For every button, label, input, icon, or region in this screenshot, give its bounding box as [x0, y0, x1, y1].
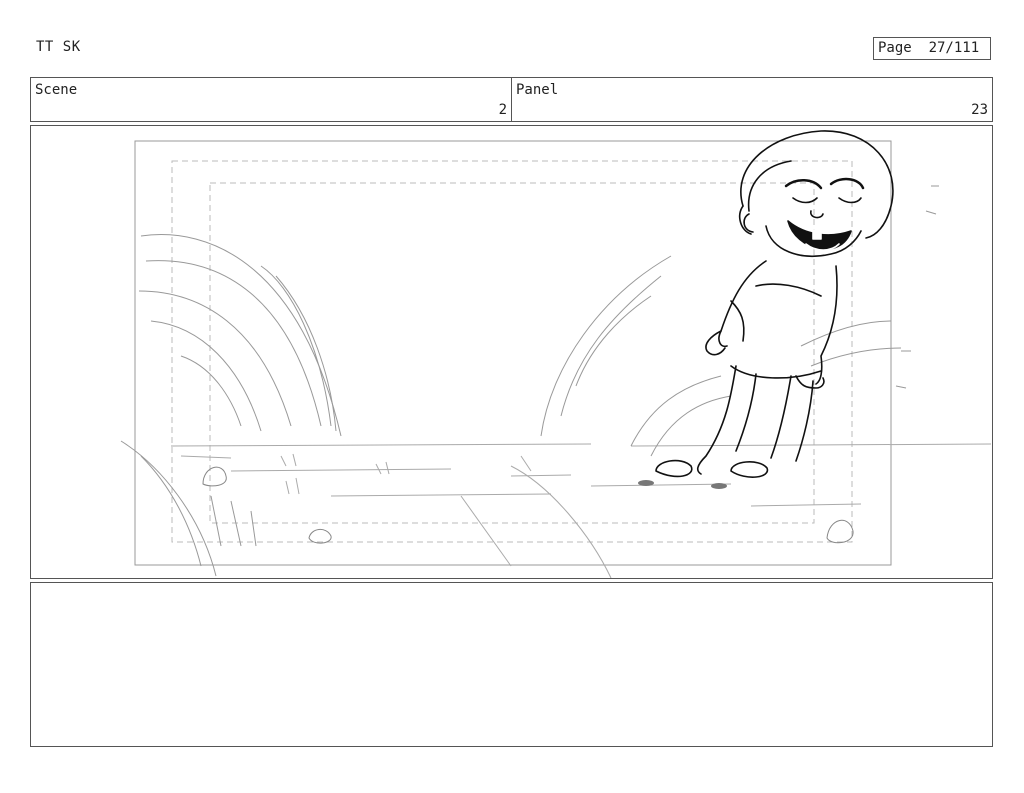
rocks — [202, 466, 854, 544]
scene-cell: Scene 2 — [31, 78, 512, 121]
page-indicator: Page 27/111 — [873, 37, 991, 60]
scene-label: Scene — [35, 82, 78, 98]
scene-value: 2 — [498, 102, 507, 118]
storyboard-sketch — [120, 130, 992, 578]
middle-grass — [280, 453, 612, 578]
panel-cell: Panel 23 — [512, 78, 992, 121]
page-number: 27/111 — [928, 40, 980, 56]
panel-value: 23 — [971, 102, 988, 118]
left-grass — [120, 234, 342, 577]
ground-lines — [170, 443, 992, 507]
right-grass — [540, 185, 939, 457]
action-safe-frame — [171, 160, 853, 543]
shoe-shadow-right — [711, 483, 727, 489]
scene-panel-row: Scene 2 Panel 23 — [30, 77, 993, 122]
shoe-shadow-left — [638, 480, 654, 486]
drawing-frame — [30, 125, 993, 579]
page-label: Page — [878, 40, 912, 56]
panel-notes-box[interactable] — [30, 582, 993, 747]
camera-frame — [134, 140, 892, 566]
title-safe-frame — [209, 182, 815, 524]
panel-label: Panel — [516, 82, 559, 98]
project-title: TT SK — [36, 39, 81, 55]
